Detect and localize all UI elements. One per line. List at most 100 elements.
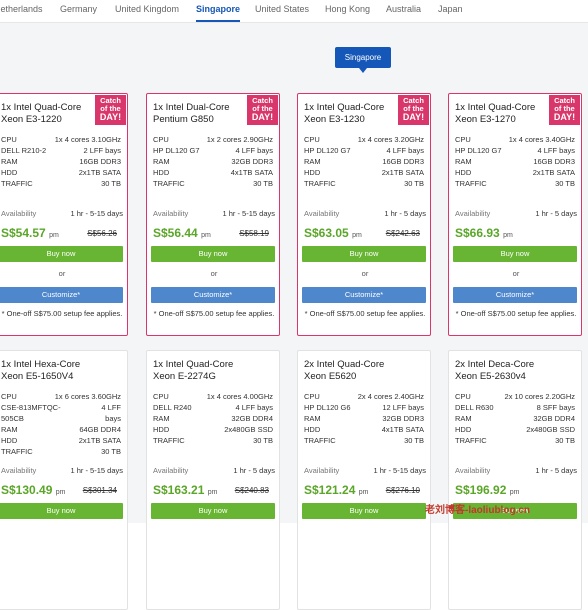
availability: Availability 1 hr - 5 days <box>455 466 577 475</box>
cpu-model: Xeon E5-1650V4 <box>1 371 74 382</box>
buy-now-button[interactable]: Buy now <box>453 246 577 262</box>
old-price: S$58.19 <box>239 229 269 238</box>
spec-value: 2x 4 cores 2.40GHz <box>357 392 424 401</box>
cpu-title: 1x Intel Quad-Core Xeon E3-1230 <box>304 102 384 126</box>
spec-key: HP DL120 G7 <box>304 146 351 155</box>
buy-now-button[interactable]: Buy now <box>302 246 426 262</box>
price: S$121.24 pm <box>304 483 368 497</box>
tab-united-states[interactable]: United States <box>255 4 309 14</box>
spec-key: RAM <box>1 425 18 434</box>
buy-now-button[interactable]: Buy now <box>151 503 275 519</box>
price-period: pm <box>358 489 369 496</box>
spec-row: HDD 2x480GB SSD <box>153 424 273 435</box>
spec-key: HDD <box>1 436 18 445</box>
availability: Availability 1 hr - 5 days <box>153 466 275 475</box>
price: S$196.92 pm <box>455 483 519 497</box>
spec-value: 30 TB <box>253 179 273 188</box>
spec-row: 505CB bays <box>1 413 121 424</box>
buy-now-button[interactable]: Buy now <box>151 246 275 262</box>
spec-list: CPU 1x 4 cores 3.20GHz HP DL120 G7 4 LFF ba… <box>304 134 424 189</box>
spec-key: TRAFFIC <box>153 436 185 445</box>
spec-key: HP DL120 G6 <box>304 403 351 412</box>
spec-row: RAM 32GB DDR3 <box>304 413 424 424</box>
spec-key: CPU <box>304 392 320 401</box>
spec-key: TRAFFIC <box>1 179 33 188</box>
tab-japan[interactable]: Japan <box>438 4 463 14</box>
availability-value: 1 hr - 5 days <box>384 209 426 218</box>
spec-list: CPU 1x 4 cores 3.40GHz HP DL120 G7 4 LFF ba… <box>455 134 575 189</box>
tab-united-kingdom[interactable]: United Kingdom <box>115 4 179 14</box>
spec-value: 32GB DDR4 <box>231 414 273 423</box>
or-separator: or <box>58 269 66 278</box>
availability-label: Availability <box>455 466 491 475</box>
spec-value: 30 TB <box>555 179 575 188</box>
cpu-title-line: 2x Intel Deca-Core <box>455 359 535 370</box>
buy-now-button[interactable]: Buy now <box>302 503 426 519</box>
availability-value: 1 hr - 5-15 days <box>70 466 123 475</box>
server-card: 2x Intel Deca-Core Xeon E5-2630v4 CPU 2x 10… <box>448 350 582 610</box>
price-value: S$163.21 <box>153 483 205 497</box>
customize-button[interactable]: Customize* <box>453 287 577 303</box>
spec-list: CPU 1x 6 cores 3.60GHz CSE-813MFTQC- 4 LFF 5… <box>1 391 121 457</box>
spec-row: TRAFFIC 30 TB <box>1 446 121 457</box>
price-period: pm <box>207 489 218 496</box>
price-period: pm <box>55 489 66 496</box>
availability-label: Availability <box>455 209 491 218</box>
price-value: S$121.24 <box>304 483 356 497</box>
spec-key: DELL R630 <box>455 403 494 412</box>
price-period: pm <box>49 232 59 239</box>
tab-singapore[interactable]: Singapore <box>196 4 240 14</box>
price-value: S$66.93 <box>455 226 500 240</box>
spec-row: RAM 32GB DDR3 <box>153 156 273 167</box>
old-price: S$56.26 <box>87 229 117 238</box>
spec-value: 12 LFF bays <box>382 403 424 412</box>
availability-value: 1 hr - 5 days <box>233 466 275 475</box>
availability-label: Availability <box>1 209 37 218</box>
server-card: 1x Intel Hexa-Core Xeon E5-1650V4 CPU 1x 6 … <box>0 350 128 610</box>
tab-hong-kong[interactable]: Hong Kong <box>325 4 370 14</box>
spec-value: 30 TB <box>404 179 424 188</box>
server-card: Catch of the DAY! 1x Intel Quad-Core Xeon E3… <box>297 93 431 336</box>
availability-value: 1 hr - 5-15 days <box>222 209 275 218</box>
availability-label: Availability <box>304 466 340 475</box>
cpu-model: Xeon E5620 <box>304 371 357 382</box>
cpu-model: Xeon E5-2630v4 <box>455 371 526 382</box>
customize-button[interactable]: Customize* <box>151 287 275 303</box>
spec-key: CPU <box>1 135 17 144</box>
spec-key: HDD <box>153 425 170 434</box>
cpu-model: Xeon E-2274G <box>153 371 216 382</box>
spec-value: 4 LFF bays <box>386 146 424 155</box>
tabs-divider <box>0 22 588 23</box>
tab-netherlands[interactable]: Netherlands <box>0 4 43 14</box>
spec-key: CPU <box>1 392 17 401</box>
spec-key: CPU <box>455 392 471 401</box>
spec-key: TRAFFIC <box>304 179 336 188</box>
tab-australia[interactable]: Australia <box>386 4 421 14</box>
price-value: S$54.57 <box>1 226 46 240</box>
tab-germany[interactable]: Germany <box>60 4 97 14</box>
spec-row: DELL R210-2 2 LFF bays <box>1 145 121 156</box>
spec-value: 2x1TB SATA <box>78 436 121 445</box>
spec-key: RAM <box>1 157 18 166</box>
price: S$54.57 pm <box>1 226 59 240</box>
spec-key: HP DL120 G7 <box>455 146 502 155</box>
spec-value: 8 SFF bays <box>536 403 575 412</box>
spec-value: 2x1TB SATA <box>381 168 424 177</box>
buy-now-button[interactable]: Buy now <box>0 246 123 262</box>
spec-key: HDD <box>304 425 321 434</box>
spec-key: RAM <box>455 157 472 166</box>
spec-value: 30 TB <box>555 436 575 445</box>
customize-button[interactable]: Customize* <box>0 287 123 303</box>
spec-row: TRAFFIC 30 TB <box>304 435 424 446</box>
cpu-title: 1x Intel Hexa-Core Xeon E5-1650V4 <box>1 359 80 383</box>
buy-now-button[interactable]: Buy now <box>0 503 123 519</box>
price-period: pm <box>509 489 520 496</box>
spec-key: DELL R210-2 <box>1 146 47 155</box>
old-price: S$242.63 <box>385 229 420 238</box>
spec-row: CPU 1x 4 cores 3.40GHz <box>455 134 575 145</box>
spec-value: 4x1TB SATA <box>230 168 273 177</box>
customize-button[interactable]: Customize* <box>302 287 426 303</box>
price-period: pm <box>201 232 211 239</box>
spec-key: TRAFFIC <box>304 436 336 445</box>
spec-value: 30 TB <box>101 179 121 188</box>
